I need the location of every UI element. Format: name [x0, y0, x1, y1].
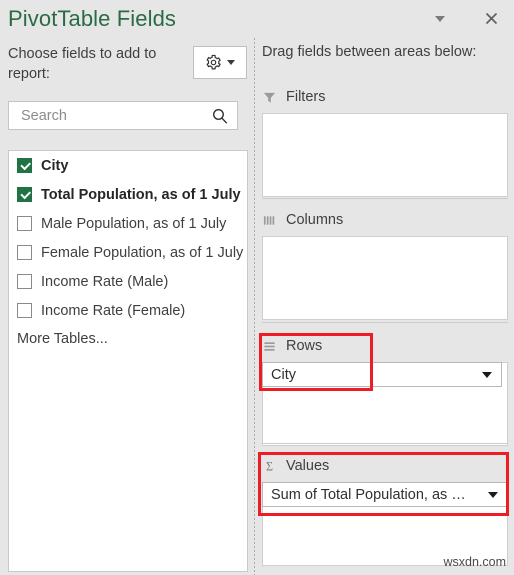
- rows-field-pill-label: City: [271, 366, 296, 383]
- filters-area-title: Filters: [286, 89, 326, 105]
- field-checkbox[interactable]: [17, 216, 32, 231]
- sigma-icon: Σ: [262, 459, 276, 473]
- rows-dropzone[interactable]: City: [262, 362, 508, 446]
- columns-dropzone[interactable]: [262, 236, 508, 320]
- area-separator: [262, 198, 508, 199]
- values-area-title: Values: [286, 458, 330, 474]
- choose-fields-label: Choose fields to add to report:: [8, 46, 157, 82]
- field-label: Income Rate (Male): [41, 273, 169, 290]
- field-checkbox[interactable]: [17, 187, 32, 202]
- field-label: Total Population, as of 1 July: [41, 186, 241, 203]
- filters-area-header: Filters: [262, 85, 508, 109]
- chevron-down-icon[interactable]: [482, 372, 492, 378]
- field-checkbox[interactable]: [17, 303, 32, 318]
- values-field-pill-label: Sum of Total Population, as …: [271, 486, 466, 503]
- area-separator: [262, 443, 508, 444]
- values-area-header: Σ Values: [262, 454, 508, 478]
- values-area[interactable]: Σ Values Sum of Total Population, as …: [262, 454, 508, 566]
- field-list[interactable]: City Total Population, as of 1 July Male…: [8, 150, 248, 572]
- filters-area[interactable]: Filters: [262, 85, 508, 197]
- field-list-item[interactable]: City: [9, 151, 247, 180]
- field-checkbox[interactable]: [17, 158, 32, 173]
- more-tables-link[interactable]: More Tables...: [9, 331, 247, 347]
- rows-area-title: Rows: [286, 338, 323, 354]
- filters-dropzone[interactable]: [262, 113, 508, 197]
- field-list-item[interactable]: Income Rate (Male): [9, 267, 247, 296]
- search-placeholder: Search: [21, 108, 67, 124]
- close-icon: [485, 12, 497, 24]
- columns-area-header: Columns: [262, 208, 508, 232]
- field-label: Female Population, as of 1 July: [41, 244, 244, 261]
- field-list-options-button[interactable]: [193, 46, 247, 79]
- drag-fields-instruction: Drag fields between areas below:: [262, 44, 477, 60]
- page-title: PivotTable Fields: [8, 6, 176, 31]
- chevron-down-icon[interactable]: [488, 492, 498, 498]
- area-separator: [262, 322, 508, 323]
- field-label: Income Rate (Female): [41, 302, 186, 319]
- columns-area-title: Columns: [286, 212, 344, 228]
- values-field-pill-sum[interactable]: Sum of Total Population, as …: [262, 482, 508, 507]
- columns-icon: [262, 213, 276, 227]
- field-list-item[interactable]: Female Population, as of 1 July: [9, 238, 247, 267]
- close-button[interactable]: [478, 6, 504, 30]
- filter-funnel-icon: [262, 90, 276, 104]
- gear-icon: [205, 54, 222, 71]
- rows-icon: [262, 339, 276, 353]
- field-label: City: [41, 157, 69, 174]
- values-dropzone[interactable]: Sum of Total Population, as …: [262, 482, 508, 566]
- field-label: Male Population, as of 1 July: [41, 215, 227, 232]
- rows-field-pill-city[interactable]: City: [262, 362, 502, 387]
- field-checkbox[interactable]: [17, 245, 32, 260]
- columns-area[interactable]: Columns: [262, 208, 508, 320]
- rows-area[interactable]: Rows City: [262, 334, 508, 446]
- rows-area-header: Rows: [262, 334, 508, 358]
- field-list-item[interactable]: Income Rate (Female): [9, 296, 247, 325]
- field-list-item[interactable]: Total Population, as of 1 July: [9, 180, 247, 209]
- chevron-down-icon: [227, 60, 235, 65]
- chevron-down-icon: [435, 16, 445, 22]
- watermark: wsxdn.com: [443, 555, 506, 569]
- field-list-item[interactable]: Male Population, as of 1 July: [9, 209, 247, 238]
- pane-options-dropdown-button[interactable]: [427, 8, 453, 30]
- svg-text:Σ: Σ: [265, 460, 272, 473]
- field-checkbox[interactable]: [17, 274, 32, 289]
- panel-divider: [254, 38, 255, 575]
- search-icon[interactable]: [211, 107, 229, 130]
- search-input[interactable]: Search: [8, 101, 238, 130]
